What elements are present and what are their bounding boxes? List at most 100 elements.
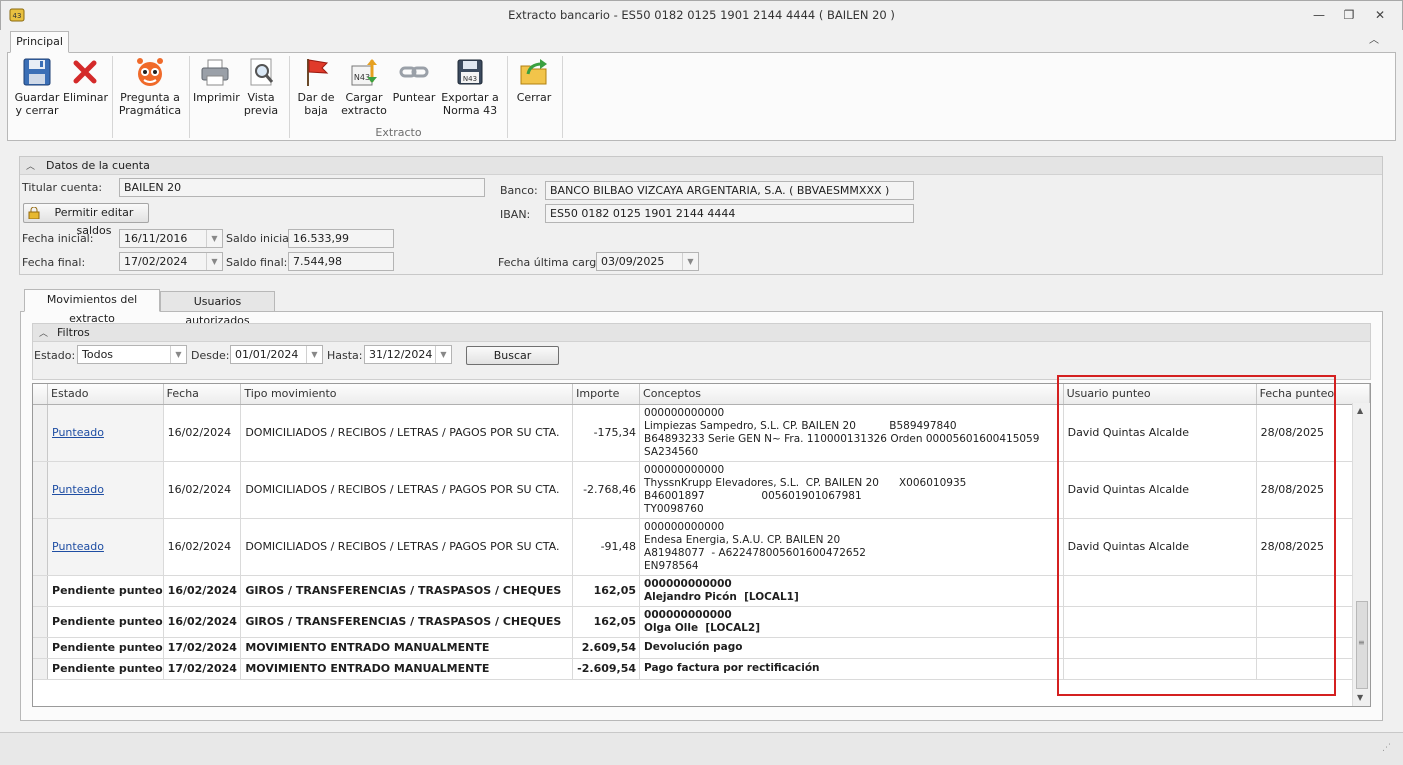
dropdown-arrow-icon[interactable]: ▼ — [682, 253, 698, 270]
resize-grip-icon[interactable]: ⋰ — [1382, 743, 1391, 753]
cell-conceptos: Pago factura por rectificación — [639, 658, 1064, 680]
cell-conceptos: 000000000000 Alejandro Picón [LOCAL1] — [639, 575, 1064, 607]
preview-button[interactable]: Vista previa — [240, 56, 282, 117]
export-label-2: Norma 43 — [442, 104, 498, 117]
estado-link[interactable]: Punteado — [52, 483, 104, 496]
delete-button[interactable]: Eliminar — [63, 56, 108, 104]
grid-vertical-scrollbar[interactable]: ▲ ≡ ▼ — [1352, 403, 1370, 706]
close-icon: ✕ — [1374, 8, 1386, 22]
tab-movements[interactable]: Movimientos del extracto — [24, 289, 160, 325]
unsubscribe-button[interactable]: Dar de baja — [295, 56, 337, 117]
iban-field[interactable]: ES50 0182 0125 1901 2144 4444 — [545, 204, 914, 223]
search-button[interactable]: Buscar — [466, 346, 559, 365]
to-date-field[interactable]: 31/12/2024 ▼ — [364, 345, 452, 364]
ask-pragmatica-button[interactable]: Pregunta a Pragmática — [118, 56, 182, 117]
ribbon-tab-principal[interactable]: Principal — [10, 31, 69, 53]
close-window-button[interactable]: ✕ — [1369, 6, 1391, 24]
cell-tipo: DOMICILIADOS / RECIBOS / LETRAS / PAGOS … — [240, 518, 574, 576]
cell-fecha-punteo — [1256, 575, 1336, 607]
minimize-button[interactable]: — — [1308, 6, 1330, 24]
table-row[interactable]: Punteado 16/02/2024 DOMICILIADOS / RECIB… — [33, 518, 1370, 576]
row-indicator[interactable] — [33, 575, 48, 607]
cell-estado[interactable]: Punteado — [47, 461, 164, 519]
row-indicator[interactable] — [33, 518, 48, 576]
minimize-icon: — — [1313, 8, 1325, 22]
column-header-conceptos[interactable]: Conceptos — [639, 384, 1064, 405]
save-close-button[interactable]: Guardar y cerrar — [13, 56, 61, 117]
ribbon-tabstrip — [0, 30, 1403, 52]
match-button[interactable]: Puntear — [392, 56, 436, 104]
cell-estado[interactable]: Punteado — [47, 404, 164, 462]
row-indicator[interactable] — [33, 637, 48, 659]
start-date-field[interactable]: 16/11/2016 ▼ — [119, 229, 223, 248]
cell-importe: -2.768,46 — [572, 461, 641, 519]
cell-estado[interactable]: Punteado — [47, 518, 164, 576]
table-row[interactable]: Pendiente punteo 16/02/2024 GIROS / TRAN… — [33, 575, 1370, 607]
state-select[interactable]: Todos ▼ — [77, 345, 187, 364]
lock-icon — [28, 206, 40, 220]
scroll-down-arrow-icon[interactable]: ▼ — [1357, 693, 1363, 702]
close-button[interactable]: Cerrar — [512, 56, 556, 104]
column-header-usuario-punteo[interactable]: Usuario punteo — [1063, 384, 1257, 405]
end-date-field[interactable]: 17/02/2024 ▼ — [119, 252, 223, 271]
table-row[interactable]: Pendiente punteo 16/02/2024 GIROS / TRAN… — [33, 606, 1370, 638]
last-load-value: 03/09/2025 — [601, 255, 665, 268]
row-indicator[interactable] — [33, 658, 48, 680]
close-label: Cerrar — [516, 91, 552, 104]
dropdown-arrow-icon[interactable]: ▼ — [435, 346, 451, 363]
state-label: Estado: — [34, 349, 76, 362]
dropdown-arrow-icon[interactable]: ▼ — [170, 346, 186, 363]
table-row[interactable]: Punteado 16/02/2024 DOMICILIADOS / RECIB… — [33, 461, 1370, 519]
row-indicator-header — [33, 384, 48, 405]
to-date-value: 31/12/2024 — [369, 348, 433, 361]
bank-field[interactable]: BANCO BILBAO VIZCAYA ARGENTARIA, S.A. ( … — [545, 181, 914, 200]
load-statement-button[interactable]: N43 Cargar extracto — [340, 56, 388, 117]
ribbon-separator — [507, 56, 508, 138]
tab-authorized-users[interactable]: Usuarios autorizados — [160, 291, 275, 327]
column-header-estado[interactable]: Estado — [47, 384, 164, 405]
account-panel-header[interactable]: ︿ Datos de la cuenta — [20, 157, 1382, 175]
start-balance-field[interactable]: 16.533,99 — [288, 229, 394, 248]
column-header-importe[interactable]: Importe — [572, 384, 641, 405]
table-row[interactable]: Pendiente punteo 17/02/2024 MOVIMIENTO E… — [33, 658, 1370, 680]
cell-fecha: 16/02/2024 — [163, 575, 242, 607]
cell-fecha-punteo: 28/08/2025 — [1256, 518, 1336, 576]
collapse-chevron-icon: ︿ — [39, 329, 49, 339]
cell-usuario: David Quintas Alcalde — [1063, 461, 1257, 519]
estado-link[interactable]: Punteado — [52, 426, 104, 439]
ribbon-separator — [562, 56, 563, 138]
holder-field[interactable]: BAILEN 20 — [119, 178, 485, 197]
preview-label-2: previa — [243, 104, 279, 117]
n43-save-icon: N43 — [454, 56, 486, 88]
row-indicator[interactable] — [33, 404, 48, 462]
scroll-up-arrow-icon[interactable]: ▲ — [1357, 406, 1363, 415]
last-load-field[interactable]: 03/09/2025 ▼ — [596, 252, 699, 271]
cell-tipo: GIROS / TRANSFERENCIAS / TRASPASOS / CHE… — [240, 575, 574, 607]
collapse-chevron-icon: ︿ — [26, 162, 36, 172]
dropdown-arrow-icon[interactable]: ▼ — [206, 253, 222, 270]
robot-face-icon — [134, 56, 166, 88]
red-x-icon — [69, 56, 101, 88]
column-header-fecha[interactable]: Fecha — [163, 384, 242, 405]
table-row[interactable]: Pendiente punteo 17/02/2024 MOVIMIENTO E… — [33, 637, 1370, 659]
estado-link[interactable]: Punteado — [52, 540, 104, 553]
export-n43-button[interactable]: N43 Exportar a Norma 43 — [440, 56, 500, 117]
cell-importe: 162,05 — [572, 606, 641, 638]
row-indicator[interactable] — [33, 461, 48, 519]
restore-button[interactable]: ❐ — [1338, 6, 1360, 24]
dropdown-arrow-icon[interactable]: ▼ — [306, 346, 322, 363]
grip-icon: ≡ — [1358, 638, 1365, 647]
ribbon-collapse-icon[interactable]: ︿ — [1366, 33, 1382, 49]
edit-balances-button[interactable]: Permitir editar saldos — [23, 203, 149, 237]
cell-fecha: 17/02/2024 — [163, 658, 242, 680]
column-header-fecha-punteo[interactable]: Fecha punteo — [1256, 384, 1336, 405]
row-indicator[interactable] — [33, 606, 48, 638]
filter-panel-header[interactable]: ︿ Filtros — [33, 324, 1370, 342]
from-date-field[interactable]: 01/01/2024 ▼ — [230, 345, 323, 364]
table-row[interactable]: Punteado 16/02/2024 DOMICILIADOS / RECIB… — [33, 404, 1370, 462]
scrollbar-thumb[interactable]: ≡ — [1356, 601, 1368, 689]
column-header-tipo[interactable]: Tipo movimiento — [240, 384, 574, 405]
end-balance-field[interactable]: 7.544,98 — [288, 252, 394, 271]
dropdown-arrow-icon[interactable]: ▼ — [206, 230, 222, 247]
print-button[interactable]: Imprimir — [193, 56, 240, 104]
